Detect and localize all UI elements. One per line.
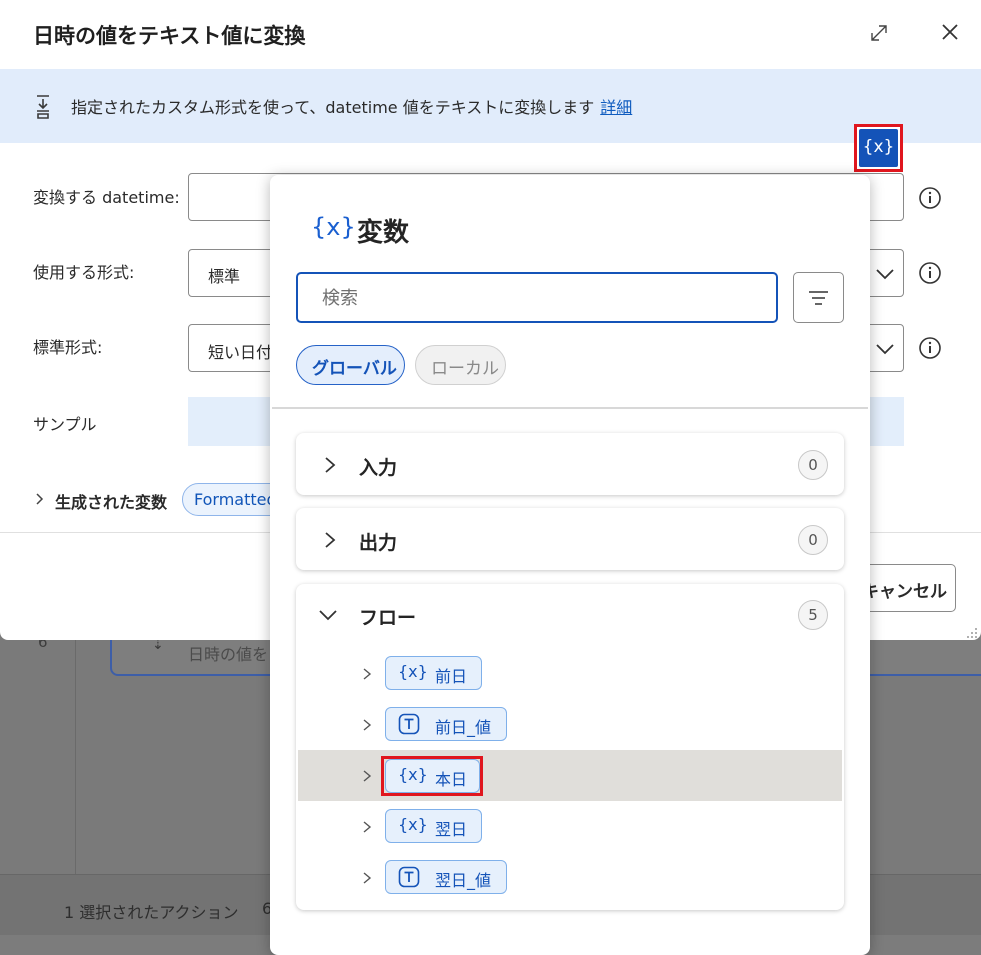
item-chevron-right-icon[interactable] xyxy=(360,870,374,884)
variable-icon: {x} xyxy=(398,815,428,834)
panel-divider xyxy=(272,407,868,409)
info-description: 指定されたカスタム形式を使って、datetime 値をテキストに変換します 詳細 xyxy=(71,98,633,117)
sample-label: サンプル xyxy=(33,415,97,434)
group-input-count: 0 xyxy=(798,450,828,480)
tab-local-label: ローカル xyxy=(431,359,499,379)
format-chevron-down-icon xyxy=(872,261,898,287)
details-link[interactable]: 詳細 xyxy=(600,98,632,117)
convert-action-icon xyxy=(34,94,52,120)
background-action-text: 日時の値を xyxy=(188,645,269,664)
group-output-count: 0 xyxy=(798,525,828,555)
standard-format-field-label: 標準形式: xyxy=(33,338,103,357)
variable-label: 前日_値 xyxy=(435,718,492,737)
format-field-label: 使用する形式: xyxy=(33,263,135,282)
variable-label: 翌日 xyxy=(435,820,468,839)
generated-var-name: Formatted xyxy=(194,490,277,509)
item-chevron-right-icon[interactable] xyxy=(360,768,374,782)
group-output-label: 出力 xyxy=(359,532,398,554)
resize-grip-icon[interactable] xyxy=(964,624,978,638)
format-info-icon[interactable] xyxy=(918,261,942,285)
group-flow xyxy=(296,584,844,910)
standard-format-chevron-down-icon xyxy=(872,336,898,362)
variable-label: 前日 xyxy=(435,667,468,686)
cancel-button-label: キャンセル xyxy=(862,582,947,602)
group-input-label: 入力 xyxy=(359,457,398,479)
text-type-icon xyxy=(398,866,420,888)
item-chevron-right-icon[interactable] xyxy=(360,819,374,833)
generated-vars-chevron-right-icon[interactable] xyxy=(33,490,47,508)
datetime-field-label: 変換する datetime: xyxy=(33,188,180,207)
variables-panel-title: 変数 xyxy=(357,218,410,248)
format-select-value: 標準 xyxy=(208,267,241,286)
standard-format-select-value: 短い日付 xyxy=(208,343,273,362)
expand-icon[interactable] xyxy=(868,22,890,44)
selected-item-highlight xyxy=(381,756,483,796)
group-flow-label[interactable]: フロー xyxy=(359,603,416,630)
selected-row-highlight xyxy=(298,750,842,801)
variable-label: 翌日_値 xyxy=(435,871,492,890)
group-flow-chevron-down-icon[interactable] xyxy=(318,605,338,625)
variable-icon: {x} xyxy=(311,213,356,241)
standard-format-info-icon[interactable] xyxy=(918,336,942,360)
tab-global-label: グローバル xyxy=(312,359,397,379)
group-input-chevron-right-icon xyxy=(320,455,340,475)
variables-toggle-button[interactable]: {x} xyxy=(859,129,898,167)
close-icon[interactable] xyxy=(938,20,962,44)
background-gutter-line xyxy=(75,640,76,875)
datetime-info-icon[interactable] xyxy=(918,186,942,210)
generated-vars-label[interactable]: 生成された変数 xyxy=(55,489,167,513)
item-chevron-right-icon[interactable] xyxy=(360,717,374,731)
status-selected-actions: 1 選択されたアクション xyxy=(64,903,239,922)
group-flow-count: 5 xyxy=(798,600,828,630)
filter-button[interactable] xyxy=(793,272,844,323)
variable-icon: {x} xyxy=(398,662,428,681)
item-chevron-right-icon[interactable] xyxy=(360,666,374,680)
group-output-chevron-right-icon xyxy=(320,530,340,550)
dialog-title: 日時の値をテキスト値に変換 xyxy=(33,24,306,48)
text-type-icon xyxy=(398,713,420,735)
variable-search-input[interactable] xyxy=(322,286,762,310)
